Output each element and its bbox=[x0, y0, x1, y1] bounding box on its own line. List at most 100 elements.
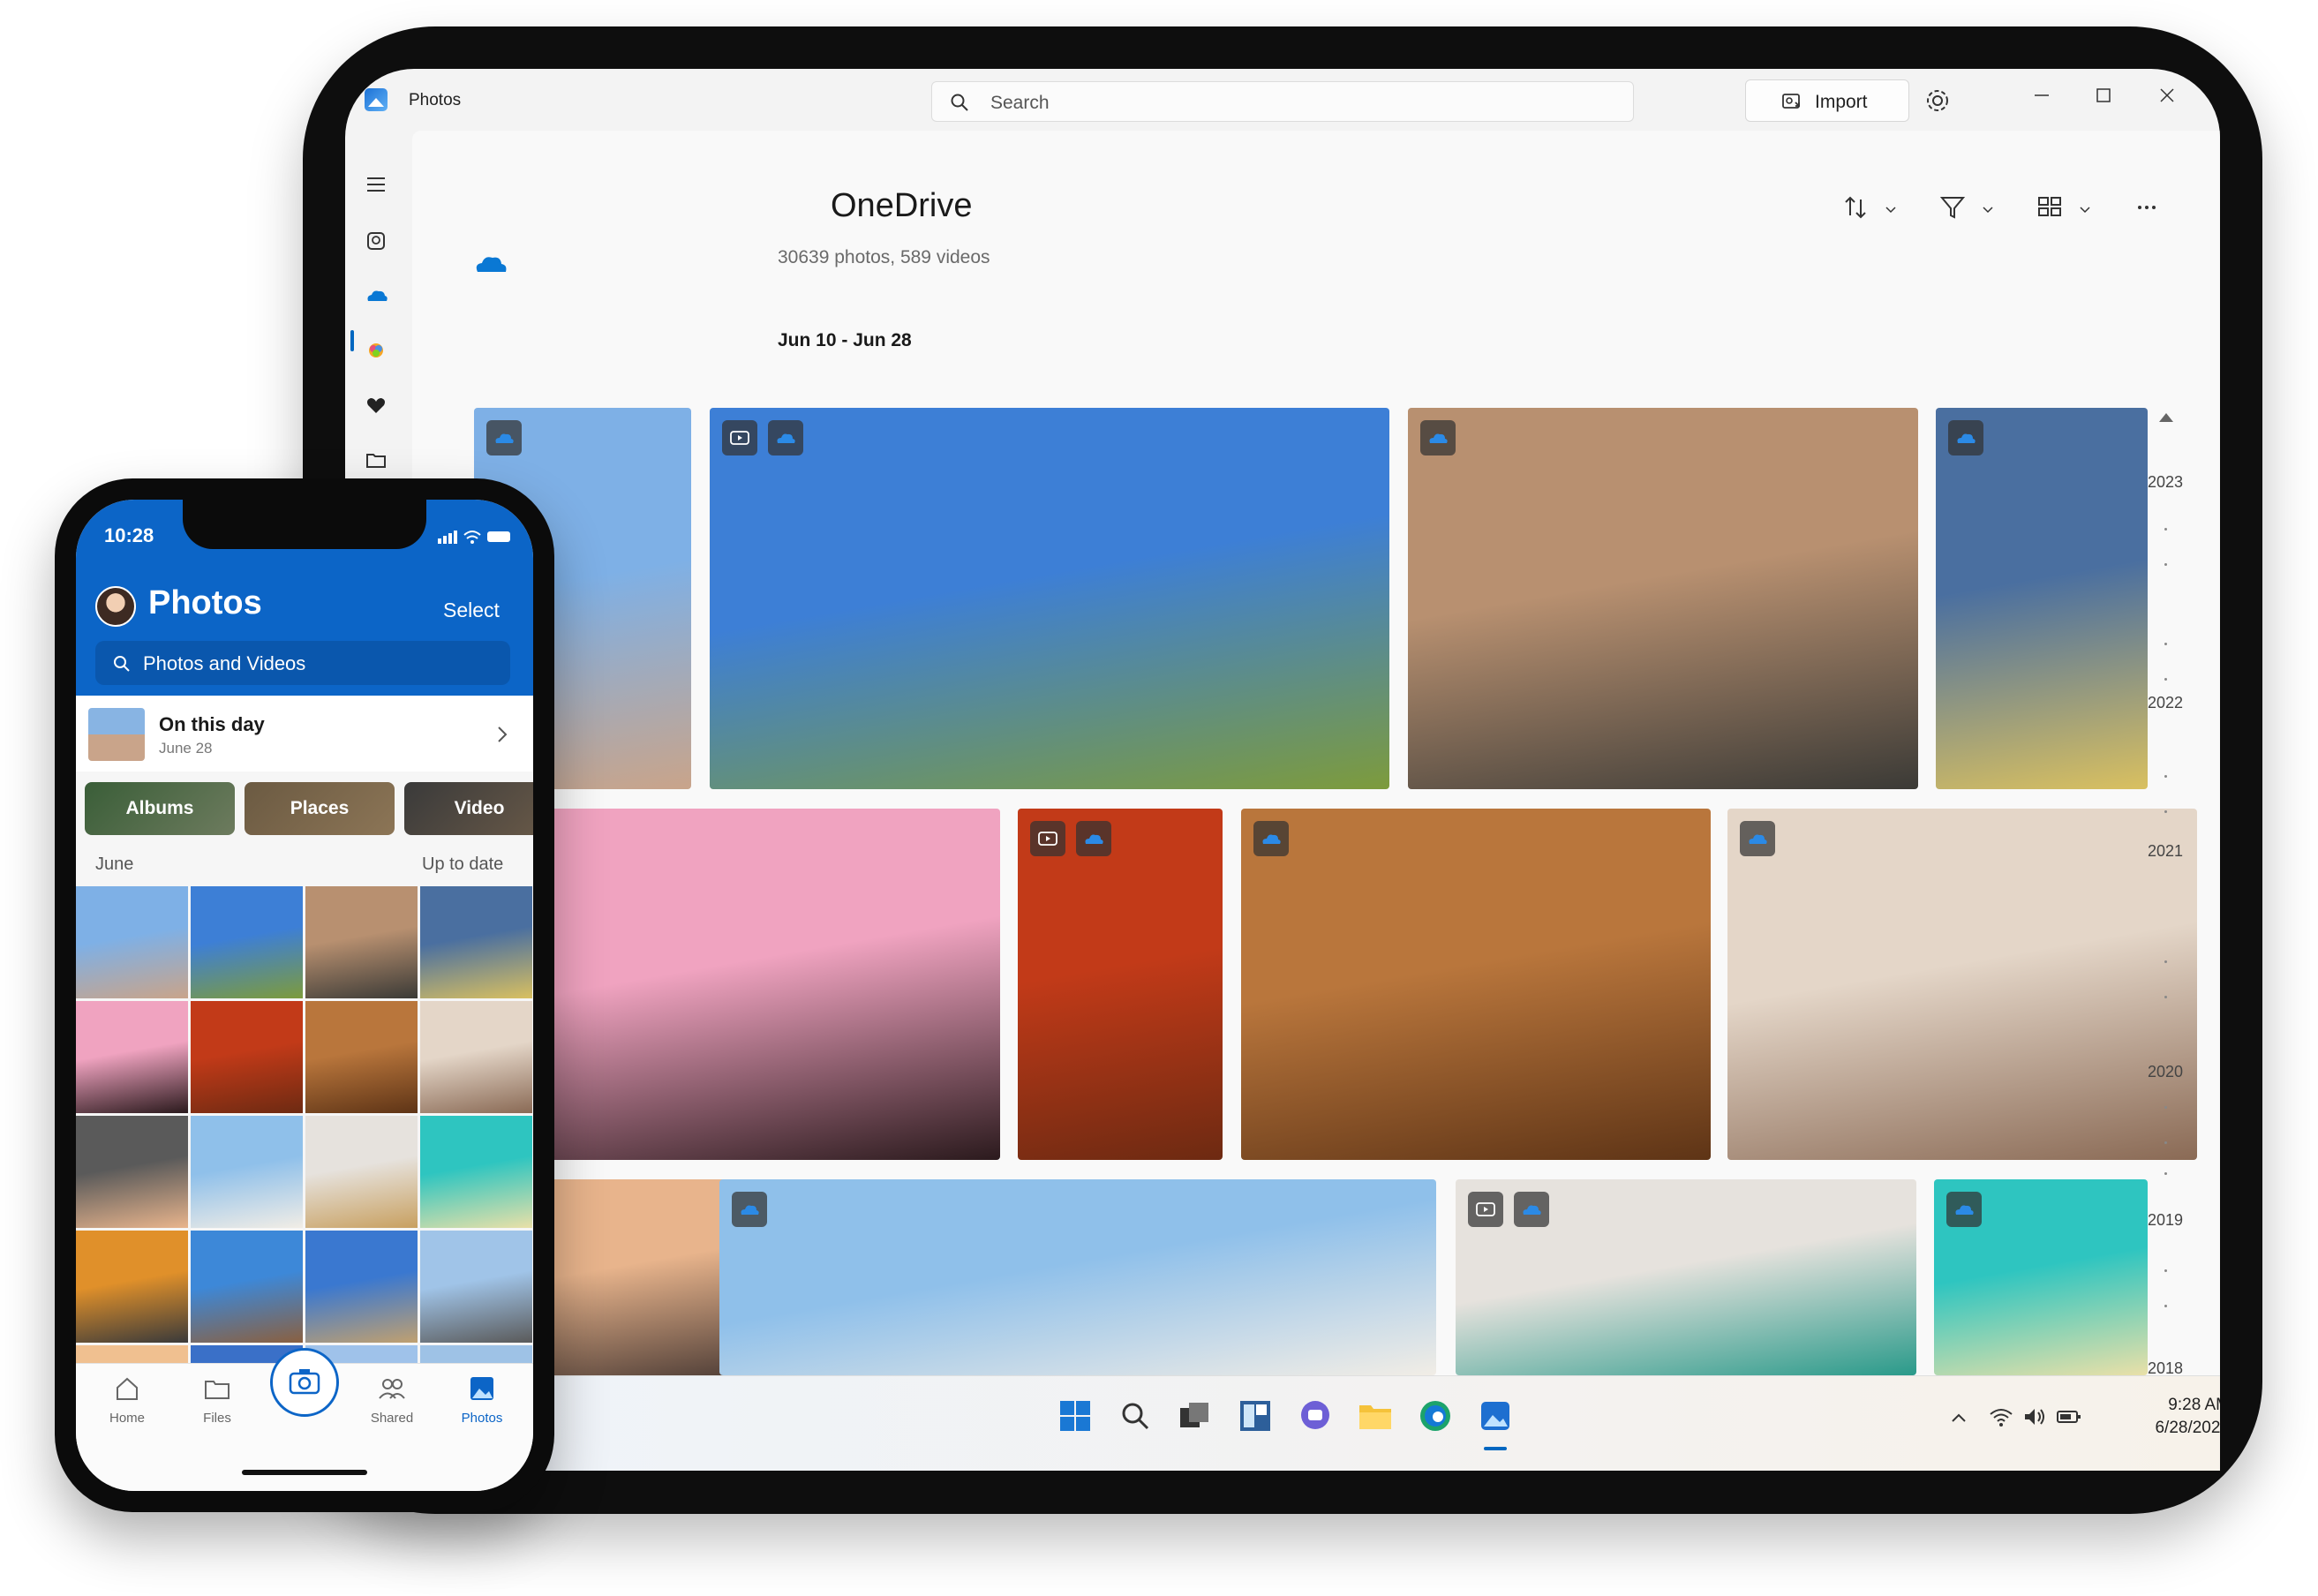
status-icons bbox=[438, 531, 510, 544]
sidebar-item-folders[interactable] bbox=[357, 441, 395, 478]
photo-autumn-tree[interactable] bbox=[1018, 809, 1223, 1160]
edge-button[interactable] bbox=[1417, 1397, 1454, 1434]
sort-button[interactable] bbox=[1842, 194, 1904, 230]
photo-countryside[interactable] bbox=[710, 408, 1389, 789]
onedrive-icon bbox=[476, 257, 507, 272]
phone-photo-thumbnail[interactable] bbox=[76, 1116, 188, 1228]
phone-photo-thumbnail[interactable] bbox=[420, 1116, 532, 1228]
photo-venice-canal[interactable] bbox=[1408, 408, 1918, 789]
phone-header: 10:28 Photos Select Photos and Videos bbox=[76, 500, 533, 696]
albums-button[interactable]: Albums bbox=[85, 782, 235, 835]
timeline-dot bbox=[2164, 810, 2167, 813]
timeline-year[interactable]: 2021 bbox=[2148, 842, 2183, 861]
photos-icon bbox=[1481, 1402, 1509, 1430]
timeline-year[interactable]: 2023 bbox=[2148, 473, 2183, 492]
photo-chocolate-heart[interactable] bbox=[1241, 809, 1711, 1160]
timeline-dot bbox=[2164, 1106, 2167, 1109]
timeline-year[interactable]: 2019 bbox=[2148, 1211, 2183, 1230]
volume-icon[interactable] bbox=[2022, 1406, 2047, 1427]
minimize-button[interactable] bbox=[2015, 78, 2068, 113]
video-button[interactable]: Video bbox=[404, 782, 533, 835]
nav-photos[interactable]: Photos bbox=[447, 1374, 517, 1426]
photo-arched-hall[interactable] bbox=[1936, 408, 2148, 789]
onedrive-badge bbox=[768, 420, 803, 455]
filter-button[interactable] bbox=[1939, 194, 2001, 230]
phone-photo-thumbnail[interactable] bbox=[305, 1001, 418, 1113]
nav-shared-label: Shared bbox=[370, 1411, 414, 1426]
photos-taskbar-button[interactable] bbox=[1477, 1397, 1514, 1434]
video-icon bbox=[1038, 832, 1057, 846]
scroll-up-icon[interactable] bbox=[2158, 411, 2174, 424]
gallery-icon bbox=[367, 232, 385, 250]
heart-icon bbox=[367, 398, 385, 413]
timeline-year[interactable]: 2022 bbox=[2148, 694, 2183, 712]
more-button[interactable] bbox=[2134, 194, 2169, 230]
onedrive-icon bbox=[777, 433, 795, 443]
phone-photo-thumbnail[interactable] bbox=[191, 886, 303, 998]
settings-button[interactable] bbox=[1920, 83, 1955, 118]
task-view-button[interactable] bbox=[1177, 1397, 1214, 1434]
phone-photo-thumbnail[interactable] bbox=[191, 1231, 303, 1343]
phone-photo-thumbnail[interactable] bbox=[191, 1001, 303, 1113]
battery-icon[interactable] bbox=[2056, 1408, 2082, 1426]
chevron-up-icon[interactable] bbox=[1950, 1412, 1968, 1424]
phone-photo-thumbnail[interactable] bbox=[305, 1231, 418, 1343]
phone-photo-thumbnail[interactable] bbox=[191, 1116, 303, 1228]
phone-photo-thumbnail[interactable] bbox=[76, 886, 188, 998]
sidebar-item-gallery[interactable] bbox=[357, 222, 395, 260]
taskbar-search[interactable] bbox=[1117, 1397, 1154, 1434]
phone-photo-thumbnail[interactable] bbox=[76, 1231, 188, 1343]
phone-search-input[interactable]: Photos and Videos bbox=[95, 641, 510, 685]
phone-search-placeholder: Photos and Videos bbox=[143, 652, 306, 674]
sidebar-item-favorites[interactable] bbox=[357, 387, 395, 424]
onedrive-icon bbox=[1085, 834, 1103, 844]
onedrive-icon bbox=[367, 290, 388, 301]
video-badge bbox=[722, 420, 757, 455]
tablet-device: Photos Search Import OneDrive 30639 phot… bbox=[303, 26, 2262, 1514]
file-explorer-button[interactable] bbox=[1357, 1397, 1394, 1434]
phone-photo-thumbnail[interactable] bbox=[305, 1116, 418, 1228]
phone-photo-thumbnail[interactable] bbox=[420, 886, 532, 998]
timeline-dot bbox=[2164, 563, 2167, 566]
close-button[interactable] bbox=[2141, 78, 2194, 113]
phone-photo-thumbnail[interactable] bbox=[76, 1001, 188, 1113]
start-button[interactable] bbox=[1057, 1397, 1094, 1434]
teams-chat-button[interactable] bbox=[1297, 1397, 1334, 1434]
wifi-icon[interactable] bbox=[1989, 1406, 2013, 1427]
places-button[interactable]: Places bbox=[245, 782, 395, 835]
date-group-header: Jun 10 - Jun 28 bbox=[778, 330, 912, 350]
phone-notch bbox=[183, 500, 426, 549]
sidebar-item-onedrive[interactable] bbox=[357, 277, 395, 314]
photo-white-building[interactable] bbox=[719, 1179, 1436, 1375]
nav-shared[interactable]: Shared bbox=[357, 1374, 427, 1426]
nav-home[interactable]: Home bbox=[92, 1374, 162, 1426]
photo-pizza-coffee[interactable] bbox=[1456, 1179, 1916, 1375]
phone-photo-thumbnail[interactable] bbox=[305, 886, 418, 998]
folder-icon bbox=[1359, 1405, 1391, 1429]
phone-photo-thumbnail[interactable] bbox=[420, 1231, 532, 1343]
on-this-day-card[interactable]: On this day June 28 bbox=[76, 696, 533, 772]
view-button[interactable] bbox=[2036, 194, 2098, 230]
onedrive-icon bbox=[1523, 1205, 1541, 1215]
nav-photos-label: Photos bbox=[461, 1411, 503, 1426]
sidebar-item-icloud[interactable] bbox=[357, 332, 395, 369]
nav-files[interactable]: Files bbox=[182, 1374, 252, 1426]
maximize-button[interactable] bbox=[2077, 78, 2130, 113]
more-icon bbox=[2138, 206, 2156, 209]
photo-cat[interactable] bbox=[1727, 809, 2197, 1160]
timeline-year[interactable]: 2020 bbox=[2148, 1063, 2183, 1081]
avatar[interactable] bbox=[95, 586, 136, 627]
clock-date[interactable]: 6/28/2023 bbox=[2124, 1419, 2220, 1438]
on-this-day-date: June 28 bbox=[159, 740, 213, 757]
camera-button[interactable] bbox=[270, 1348, 339, 1417]
import-button[interactable]: Import bbox=[1745, 79, 1909, 122]
select-button[interactable]: Select bbox=[443, 598, 500, 622]
clock-time[interactable]: 9:28 AM bbox=[2124, 1396, 2220, 1415]
menu-button[interactable] bbox=[357, 166, 395, 203]
chevron-down-icon bbox=[1983, 207, 1993, 214]
search-input[interactable]: Search bbox=[931, 81, 1634, 122]
widgets-button[interactable] bbox=[1237, 1397, 1274, 1434]
onedrive-icon bbox=[1429, 433, 1448, 443]
photo-yellow-building[interactable] bbox=[1934, 1179, 2148, 1375]
phone-photo-thumbnail[interactable] bbox=[420, 1001, 532, 1113]
